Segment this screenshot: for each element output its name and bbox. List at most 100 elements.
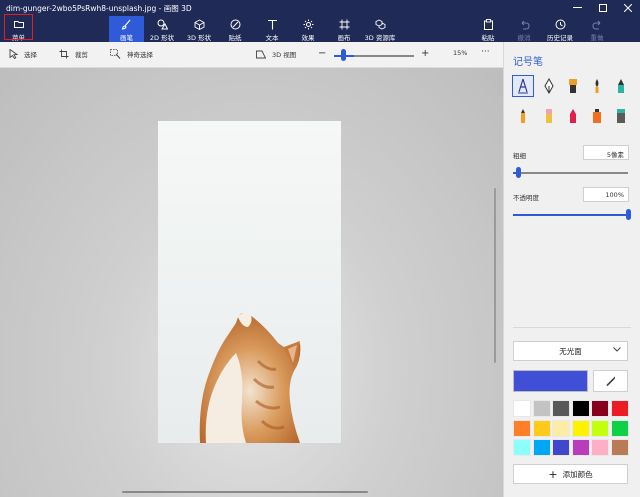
- zoom-percentage: 15%: [453, 49, 468, 57]
- eyedropper-button[interactable]: [593, 370, 628, 392]
- color-swatch[interactable]: [571, 419, 590, 437]
- close-icon[interactable]: [616, 0, 640, 16]
- color-swatch[interactable]: [513, 439, 531, 456]
- brush-calligraphy-pen[interactable]: [538, 75, 560, 97]
- opacity-slider[interactable]: [513, 214, 628, 216]
- fill-bucket-icon: [617, 109, 625, 123]
- current-color-swatch[interactable]: [513, 370, 588, 392]
- tool-canvas[interactable]: 画布: [333, 16, 355, 42]
- color-swatch[interactable]: [552, 419, 570, 437]
- crop-label: 裁剪: [75, 51, 88, 59]
- finish-value: 无光面: [559, 346, 582, 356]
- add-color-button[interactable]: + 添加颜色: [513, 464, 628, 484]
- tool-2d-shapes[interactable]: 2D 形状: [148, 16, 176, 42]
- oil-brush-icon: [569, 79, 577, 93]
- color-swatch[interactable]: [513, 400, 531, 417]
- canvas-workspace[interactable]: [0, 68, 503, 497]
- clipboard-icon: [482, 18, 494, 30]
- finish-dropdown[interactable]: 无光面: [513, 341, 628, 361]
- brush-pixel-pen[interactable]: [610, 75, 632, 97]
- marker-icon: [518, 78, 528, 94]
- title-ribbon-bar: dim-gunger-2wbo5PsRwh8-unsplash.jpg - 画图…: [0, 0, 640, 42]
- redo-icon: [591, 18, 603, 30]
- vertical-scrollbar[interactable]: [494, 188, 496, 363]
- plus-icon: +: [421, 48, 430, 59]
- undo-button[interactable]: 撤消: [513, 16, 535, 42]
- eyedropper-icon: [605, 376, 615, 386]
- redo-label: 重做: [590, 34, 604, 42]
- horizontal-scrollbar[interactable]: [122, 491, 368, 493]
- menu-highlight-box: [4, 14, 33, 40]
- tool-text-label: 文本: [265, 34, 279, 42]
- canvas-image[interactable]: [158, 121, 341, 443]
- panel-divider: [513, 327, 631, 328]
- tool-effects-label: 效果: [301, 34, 315, 42]
- brush-watercolor[interactable]: [586, 75, 608, 97]
- crop-button[interactable]: 裁剪: [59, 49, 88, 59]
- 3d-shapes-icon: [193, 18, 205, 30]
- opacity-label: 不透明度: [513, 194, 539, 202]
- zoom-in-button[interactable]: +: [421, 48, 429, 59]
- color-swatch[interactable]: [591, 400, 609, 417]
- paste-button[interactable]: 粘贴: [477, 16, 499, 42]
- brush-icon: [121, 18, 133, 30]
- tool-3d-library[interactable]: 3D 资源库: [363, 16, 397, 42]
- color-swatch[interactable]: [532, 419, 551, 437]
- brush-pixel-pen-orange[interactable]: [586, 105, 608, 127]
- color-swatch[interactable]: [571, 439, 590, 456]
- brush-crayon[interactable]: [562, 105, 584, 127]
- crayon-icon: [570, 109, 576, 123]
- magic-select-button[interactable]: 神奇选择: [110, 49, 153, 59]
- zoom-out-button[interactable]: −: [318, 48, 326, 59]
- brush-eraser[interactable]: [538, 105, 560, 127]
- pixel-pen-orange-icon: [593, 109, 601, 123]
- tool-text[interactable]: 文本: [261, 16, 283, 42]
- brush-pencil[interactable]: [512, 105, 534, 127]
- maximize-icon[interactable]: [591, 0, 615, 16]
- add-color-label: 添加颜色: [562, 469, 593, 479]
- history-label: 历史记录: [547, 34, 573, 42]
- thickness-slider-thumb[interactable]: [516, 167, 522, 178]
- tool-brushes[interactable]: 画笔: [109, 16, 144, 42]
- view-3d-button[interactable]: 3D 视图: [256, 49, 296, 59]
- secondary-toolbar: 选择 裁剪 神奇选择 3D 视图 − + 15% ···: [0, 42, 503, 68]
- zoom-slider-thumb[interactable]: [341, 49, 347, 61]
- color-swatch[interactable]: [591, 439, 609, 456]
- thickness-input[interactable]: 5像素: [583, 145, 629, 160]
- opacity-slider-thumb[interactable]: [625, 209, 631, 220]
- brush-fill[interactable]: [610, 105, 632, 127]
- color-swatch[interactable]: [552, 439, 570, 456]
- color-swatch[interactable]: [513, 419, 531, 437]
- color-swatch[interactable]: [532, 400, 551, 417]
- history-button[interactable]: 历史记录: [544, 16, 576, 42]
- color-swatch[interactable]: [610, 400, 629, 417]
- color-swatch[interactable]: [610, 439, 629, 456]
- more-options-button[interactable]: ···: [481, 47, 490, 57]
- color-swatch[interactable]: [591, 419, 609, 437]
- tool-stickers[interactable]: 贴纸: [224, 16, 246, 42]
- brush-settings-panel: 记号笔 粗细 5像素 不透明度 100% 无光面 + 添加颜色: [503, 42, 640, 497]
- redo-button[interactable]: 重做: [586, 16, 608, 42]
- color-swatch[interactable]: [571, 400, 590, 417]
- chevron-down-icon: [613, 346, 621, 354]
- color-swatch[interactable]: [610, 419, 629, 437]
- brush-oil[interactable]: [562, 75, 584, 97]
- opacity-input[interactable]: 100%: [583, 187, 629, 202]
- thickness-slider[interactable]: [513, 172, 628, 174]
- cursor-icon: [9, 49, 18, 59]
- tool-2d-shapes-label: 2D 形状: [149, 34, 175, 42]
- minimize-icon[interactable]: [565, 0, 589, 16]
- thickness-label: 粗细: [513, 152, 526, 160]
- brush-marker[interactable]: [512, 75, 534, 97]
- select-button[interactable]: 选择: [9, 49, 37, 59]
- 3d-library-icon: [374, 18, 386, 30]
- pixel-pen-icon: [618, 79, 624, 93]
- minus-icon: −: [318, 48, 327, 59]
- color-swatch[interactable]: [552, 400, 570, 417]
- color-swatch[interactable]: [532, 439, 551, 456]
- tool-3d-shapes[interactable]: 3D 形状: [185, 16, 213, 42]
- plus-icon: +: [548, 467, 558, 481]
- tool-effects[interactable]: 效果: [297, 16, 319, 42]
- magic-select-label: 神奇选择: [127, 51, 153, 59]
- text-icon: [266, 18, 278, 30]
